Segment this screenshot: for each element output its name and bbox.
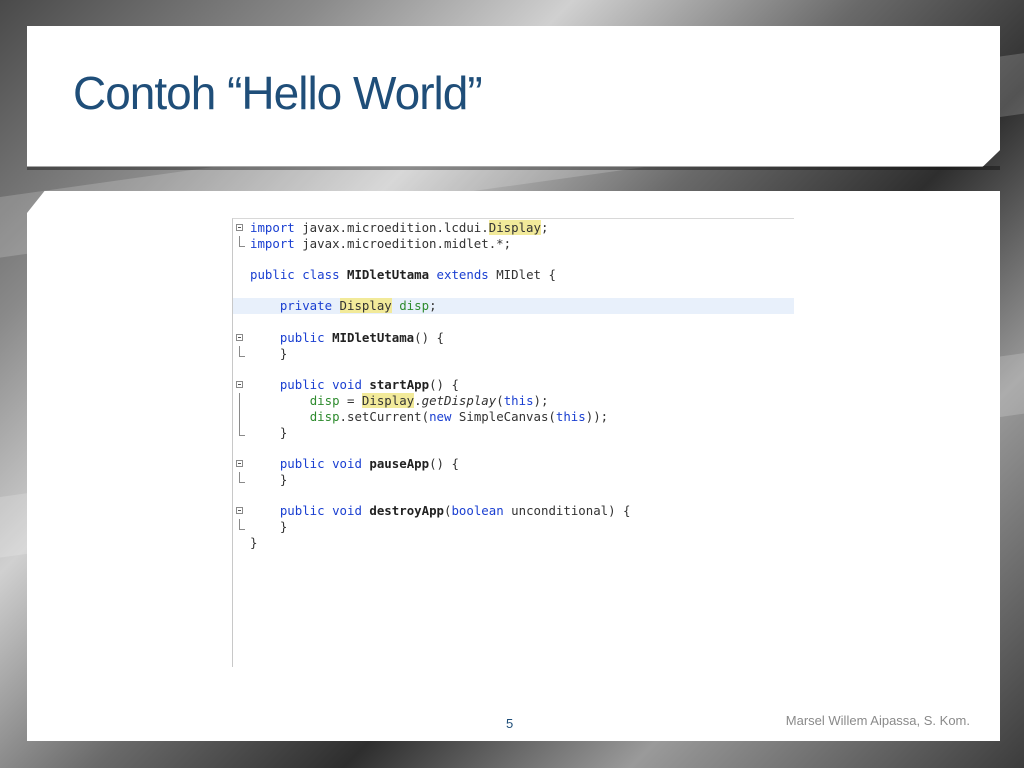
title-panel-shadow [27, 166, 1000, 170]
fold-collapse-icon [236, 334, 243, 341]
fold-end-icon [239, 425, 245, 436]
slide-title: Contoh “Hello World” [73, 67, 483, 119]
code-line: } [233, 519, 794, 535]
code-line: public void startApp() { [233, 377, 794, 393]
footer-author: Marsel Willem Aipassa, S. Kom. [785, 713, 970, 728]
code-line: } [233, 346, 794, 362]
fold-end-icon [239, 346, 245, 357]
code-line: } [233, 425, 794, 441]
code-line: public void pauseApp() { [233, 456, 794, 472]
fold-collapse-icon [236, 381, 243, 388]
code-line: } [233, 472, 794, 488]
page-number: 5 [506, 716, 514, 731]
code-line-highlighted: private Display disp; [233, 298, 794, 314]
code-line: disp.setCurrent(new SimpleCanvas(this)); [233, 409, 794, 425]
fold-collapse-icon [236, 460, 243, 467]
code-line: import javax.microedition.lcdui.Display; [233, 220, 794, 236]
fold-end-icon [239, 519, 245, 530]
code-line: public MIDletUtama() { [233, 330, 794, 346]
fold-end-icon [239, 472, 245, 483]
fold-end-icon [239, 236, 245, 247]
code-line: public class MIDletUtama extends MIDlet … [250, 267, 556, 282]
code-line: public void destroyApp(boolean unconditi… [233, 503, 794, 519]
code-line: disp = Display.getDisplay(this); [233, 393, 794, 409]
fold-line-icon [239, 409, 240, 425]
fold-collapse-icon [236, 224, 243, 231]
code-editor-screenshot: import javax.microedition.lcdui.Display;… [232, 218, 794, 667]
code-line: } [250, 535, 258, 550]
fold-collapse-icon [236, 507, 243, 514]
fold-line-icon [239, 393, 240, 409]
code-line: import javax.microedition.midlet.*; [233, 236, 794, 252]
